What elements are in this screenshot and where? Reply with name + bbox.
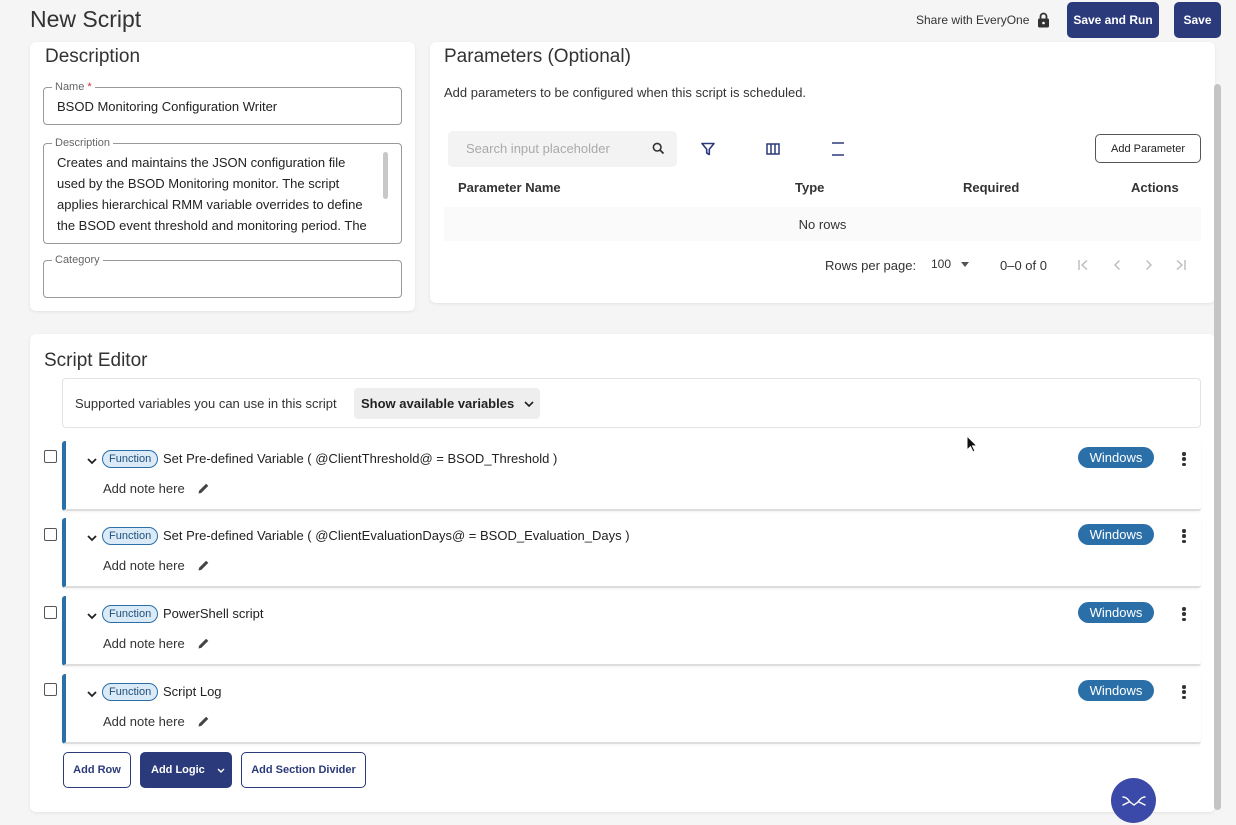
assistant-fab[interactable] [1111, 778, 1156, 823]
chevron-down-icon[interactable] [85, 454, 99, 468]
pencil-icon[interactable] [197, 637, 210, 650]
show-variables-label: Show available variables [361, 396, 515, 411]
os-badge: Windows [1078, 447, 1154, 468]
more-options-icon[interactable] [1179, 450, 1189, 468]
script-row[interactable]: Function Set Pre-defined Variable ( @Cli… [62, 518, 1201, 588]
pagination-range: 0–0 of 0 [1000, 258, 1047, 273]
category-field[interactable]: Category [43, 253, 402, 298]
last-page-icon[interactable] [1175, 259, 1187, 271]
description-field-label: Description [52, 136, 114, 150]
first-page-icon[interactable] [1077, 259, 1089, 271]
note-text: Add note here [103, 481, 185, 496]
previous-page-icon[interactable] [1112, 259, 1122, 271]
page-scrollbar[interactable] [1214, 84, 1221, 810]
chevron-down-icon[interactable] [85, 609, 99, 623]
share-label: Share with EveryOne [916, 13, 1030, 27]
description-card: Description Name * BSOD Monitoring Confi… [30, 42, 415, 311]
density-icon[interactable] [824, 135, 852, 163]
save-button[interactable]: Save [1174, 2, 1221, 38]
chevron-down-icon [524, 400, 534, 407]
add-section-divider-button[interactable]: Add Section Divider [241, 752, 366, 788]
parameters-title: Parameters (Optional) [444, 46, 631, 67]
add-parameter-button[interactable]: Add Parameter [1095, 134, 1201, 163]
parameters-search-input[interactable]: Search input placeholder [448, 131, 677, 167]
row-checkbox[interactable] [44, 450, 57, 463]
description-scrollbar[interactable] [383, 152, 388, 199]
os-badge: Windows [1078, 602, 1154, 623]
variables-bar: Supported variables you can use in this … [62, 378, 1201, 428]
share-toggle[interactable]: Share with EveryOne [916, 12, 1050, 28]
name-field-value: BSOD Monitoring Configuration Writer [57, 99, 278, 114]
rows-per-page-value: 100 [931, 257, 952, 271]
column-header-actions[interactable]: Actions [1131, 180, 1179, 195]
add-logic-button[interactable]: Add Logic [140, 752, 232, 788]
chevron-down-icon[interactable] [85, 687, 99, 701]
variables-text: Supported variables you can use in this … [75, 396, 337, 411]
assistant-icon [1121, 795, 1146, 806]
note-text: Add note here [103, 636, 185, 651]
function-badge: Function [102, 683, 159, 701]
row-title: Script Log [163, 684, 222, 699]
row-title: Set Pre-defined Variable ( @ClientEvalua… [163, 528, 630, 543]
row-checkbox[interactable] [44, 606, 57, 619]
add-note[interactable]: Add note here [103, 714, 210, 729]
rows-per-page-select[interactable]: 100 [931, 257, 970, 271]
os-badge: Windows [1078, 680, 1154, 701]
dropdown-arrow-icon [961, 261, 970, 267]
pencil-icon[interactable] [197, 482, 210, 495]
mouse-cursor-icon [966, 435, 978, 453]
add-logic-label: Add Logic [151, 764, 205, 776]
row-checkbox[interactable] [44, 683, 57, 696]
chevron-down-icon[interactable] [85, 531, 99, 545]
parameters-card [430, 42, 1215, 303]
note-text: Add note here [103, 714, 185, 729]
more-options-icon[interactable] [1179, 605, 1189, 623]
description-field[interactable]: Description Creates and maintains the JS… [43, 136, 402, 244]
column-header-required[interactable]: Required [963, 180, 1019, 195]
show-variables-dropdown[interactable]: Show available variables [354, 388, 540, 419]
script-editor-title: Script Editor [44, 350, 148, 371]
pencil-icon[interactable] [197, 559, 210, 572]
name-field-label: Name * [52, 80, 95, 94]
search-placeholder: Search input placeholder [466, 141, 610, 156]
function-badge: Function [102, 605, 159, 623]
empty-rows-message: No rows [444, 207, 1201, 241]
add-note[interactable]: Add note here [103, 636, 210, 651]
description-title: Description [45, 46, 141, 67]
column-header-parameter-name[interactable]: Parameter Name [458, 180, 561, 195]
chevron-down-icon [217, 768, 225, 773]
note-text: Add note here [103, 558, 185, 573]
filter-icon[interactable] [694, 135, 722, 163]
add-note[interactable]: Add note here [103, 558, 210, 573]
script-row[interactable]: Function PowerShell script Add note here… [62, 596, 1201, 666]
more-options-icon[interactable] [1179, 527, 1189, 545]
add-row-button[interactable]: Add Row [63, 752, 131, 788]
row-title: PowerShell script [163, 606, 264, 621]
search-icon [652, 142, 665, 155]
rows-per-page-label: Rows per page: [825, 258, 917, 273]
parameters-subtitle: Add parameters to be configured when thi… [444, 85, 807, 100]
function-badge: Function [102, 450, 159, 468]
category-field-label: Category [52, 253, 103, 267]
next-page-icon[interactable] [1144, 259, 1154, 271]
add-note[interactable]: Add note here [103, 481, 210, 496]
script-row[interactable]: Function Set Pre-defined Variable ( @Cli… [62, 441, 1201, 511]
columns-icon[interactable] [759, 135, 787, 163]
row-checkbox[interactable] [44, 528, 57, 541]
column-header-type[interactable]: Type [795, 180, 824, 195]
pencil-icon[interactable] [197, 715, 210, 728]
lock-icon [1038, 12, 1050, 28]
function-badge: Function [102, 527, 159, 545]
os-badge: Windows [1078, 524, 1154, 545]
more-options-icon[interactable] [1179, 683, 1189, 701]
page-title: New Script [30, 6, 142, 32]
description-field-value: Creates and maintains the JSON configura… [57, 155, 367, 233]
script-row[interactable]: Function Script Log Add note here Window… [62, 674, 1201, 744]
save-and-run-button[interactable]: Save and Run [1067, 2, 1159, 38]
row-title: Set Pre-defined Variable ( @ClientThresh… [163, 451, 558, 466]
name-field[interactable]: Name * BSOD Monitoring Configuration Wri… [43, 80, 402, 125]
